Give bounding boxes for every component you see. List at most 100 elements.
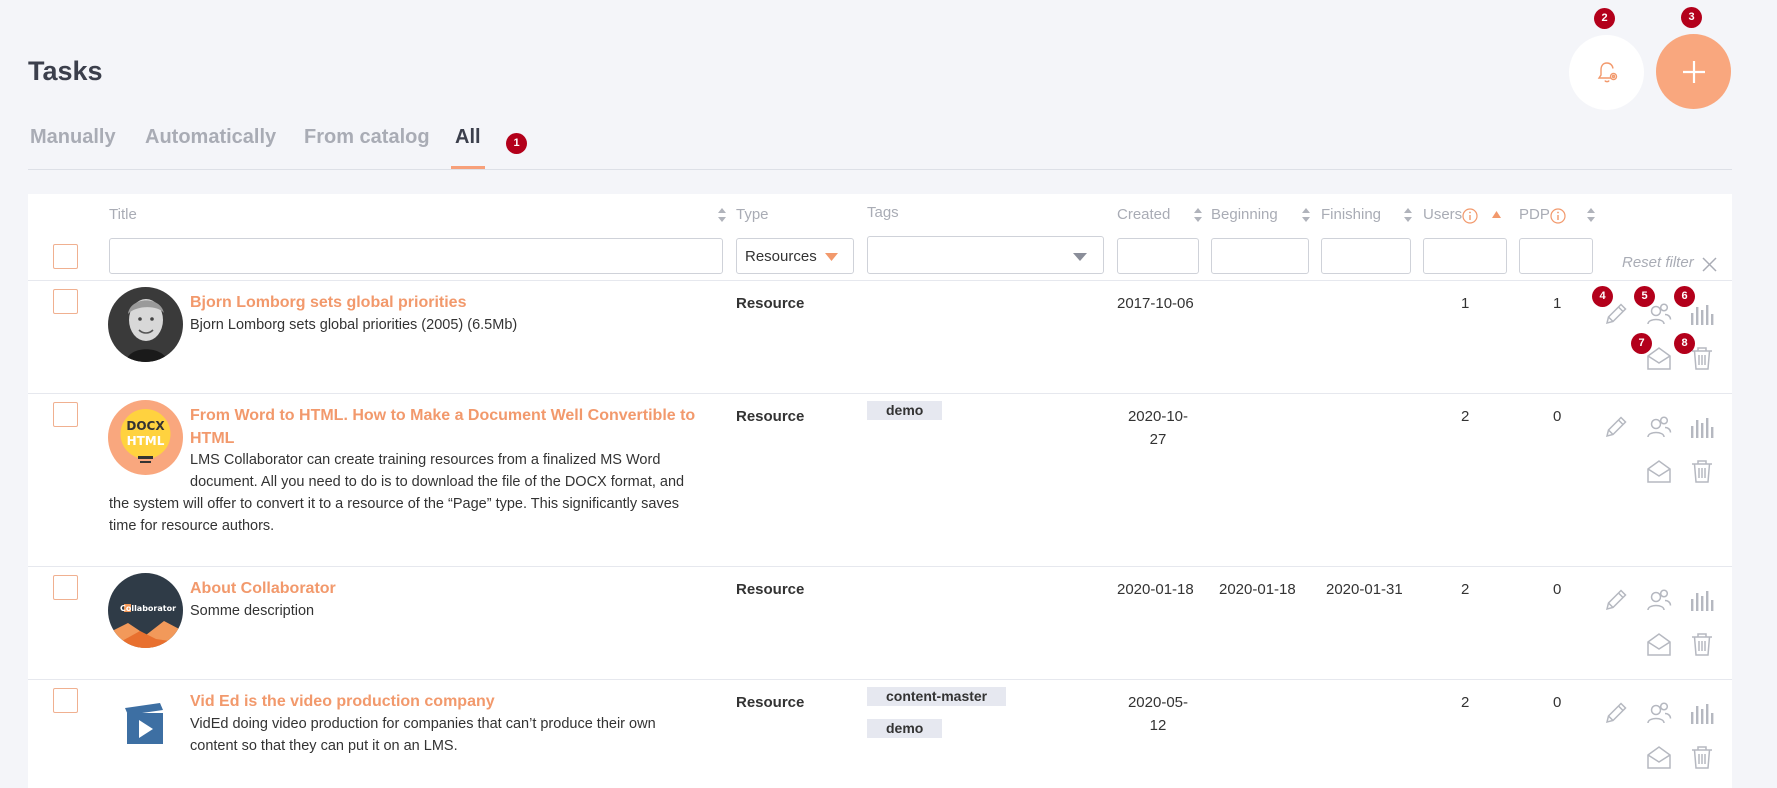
- statistics-button[interactable]: [1688, 300, 1716, 328]
- send-notification-button[interactable]: [1645, 630, 1673, 658]
- resource-description: Bjorn Lomborg sets global priorities (20…: [190, 317, 518, 333]
- resource-title-link[interactable]: Bjorn Lomborg sets global priorities: [190, 291, 466, 314]
- plus-icon: [1682, 60, 1705, 83]
- sort-beginning-icon[interactable]: [1302, 208, 1310, 222]
- type-filter-select[interactable]: Resources: [736, 238, 854, 274]
- assign-users-button[interactable]: [1645, 699, 1673, 727]
- select-all-checkbox[interactable]: [53, 244, 78, 269]
- sort-pdp-icon[interactable]: [1587, 208, 1595, 222]
- statistics-button[interactable]: [1688, 586, 1716, 614]
- finishing-filter-input[interactable]: [1321, 238, 1411, 274]
- sort-title-icon[interactable]: [718, 208, 726, 222]
- column-users-label: Users: [1423, 206, 1463, 223]
- sort-finishing-icon[interactable]: [1404, 208, 1412, 222]
- resource-thumbnail: [108, 287, 183, 362]
- column-title[interactable]: Title: [109, 206, 137, 223]
- sort-created-icon[interactable]: [1194, 208, 1202, 222]
- statistics-button[interactable]: [1688, 699, 1716, 727]
- created-cell: 2017-10-06: [1117, 295, 1194, 312]
- description-line: LMS Collaborator can create training res…: [190, 452, 661, 468]
- column-pdp[interactable]: PDP: [1519, 206, 1550, 223]
- resource-description: Somme description: [190, 603, 315, 619]
- resource-thumbnail: Collaborator: [108, 573, 183, 648]
- delete-button[interactable]: [1688, 743, 1716, 771]
- column-type: Type: [736, 206, 769, 223]
- bar-chart-icon: [1691, 591, 1714, 611]
- pencil-icon: [1605, 416, 1627, 438]
- row-checkbox[interactable]: [53, 575, 78, 600]
- resource-thumbnail: [108, 686, 183, 761]
- marker-6: 6: [1674, 286, 1695, 307]
- statistics-button[interactable]: [1688, 413, 1716, 441]
- type-filter-value: Resources: [745, 247, 817, 265]
- close-icon[interactable]: [1702, 257, 1717, 272]
- table-row: Vid Ed is the video production company V…: [28, 679, 1732, 788]
- type-cell: Resource: [736, 581, 805, 598]
- column-finishing[interactable]: Finishing: [1321, 206, 1381, 223]
- title-filter-input[interactable]: [109, 238, 723, 274]
- resource-title-link[interactable]: Vid Ed is the video production company: [190, 690, 495, 713]
- row-checkbox[interactable]: [53, 289, 78, 314]
- marker-1: 1: [506, 133, 527, 154]
- send-notification-button[interactable]: [1645, 743, 1673, 771]
- description-line: content so that they can put it on an LM…: [190, 738, 458, 754]
- tag-badge[interactable]: content-master: [867, 687, 1007, 706]
- envelope-icon: [1647, 460, 1671, 483]
- users-cell: 1: [1461, 295, 1470, 312]
- type-cell: Resource: [736, 694, 805, 711]
- pdp-filter-input[interactable]: [1519, 238, 1593, 274]
- type-cell: Resource: [736, 408, 805, 425]
- column-users[interactable]: Users: [1423, 206, 1462, 223]
- column-beginning[interactable]: Beginning: [1211, 206, 1278, 223]
- assign-users-button[interactable]: [1645, 413, 1673, 441]
- description-line: document. All you need to do is to downl…: [190, 474, 685, 490]
- pdp-cell: 0: [1553, 694, 1562, 711]
- column-created[interactable]: Created: [1117, 206, 1170, 223]
- column-title-label: Title: [109, 206, 137, 223]
- users-icon: [1647, 702, 1672, 724]
- row-checkbox[interactable]: [53, 688, 78, 713]
- pdp-cell: 0: [1553, 581, 1562, 598]
- delete-button[interactable]: [1688, 630, 1716, 658]
- thumb-docx-text: DOCX: [126, 419, 165, 433]
- pdp-cell: 0: [1553, 408, 1562, 425]
- users-filter-input[interactable]: [1423, 238, 1507, 274]
- users-cell: 2: [1461, 581, 1470, 598]
- marker-4: 4: [1592, 286, 1613, 307]
- tab-from-catalog[interactable]: From catalog: [304, 126, 430, 149]
- reset-filter-button[interactable]: Reset filter: [1622, 254, 1694, 271]
- column-pdp-label: PDP: [1519, 206, 1550, 223]
- assign-users-button[interactable]: [1645, 586, 1673, 614]
- tag-badge[interactable]: demo: [867, 719, 943, 738]
- notification-settings-button[interactable]: [1569, 35, 1644, 110]
- resource-thumbnail: DOCX HTML: [108, 400, 183, 475]
- resource-title-link[interactable]: From Word to HTML. How to Make a Documen…: [190, 404, 695, 450]
- created-cell: 2020-01-18: [1117, 581, 1194, 598]
- row-checkbox[interactable]: [53, 402, 78, 427]
- edit-button[interactable]: [1602, 413, 1630, 441]
- resource-description-cont: document. All you need to do is to downl…: [109, 471, 684, 537]
- sort-users-asc-icon[interactable]: [1492, 211, 1501, 218]
- pdp-info-icon[interactable]: [1550, 208, 1566, 224]
- send-notification-button[interactable]: [1645, 457, 1673, 485]
- created-cell: 2020-05- 12: [1126, 691, 1190, 737]
- resource-title-link[interactable]: About Collaborator: [190, 577, 336, 600]
- chevron-down-icon: [824, 253, 838, 261]
- tab-all[interactable]: All: [451, 126, 485, 169]
- created-filter-input[interactable]: [1117, 238, 1199, 274]
- delete-button[interactable]: [1688, 457, 1716, 485]
- tab-automatically[interactable]: Automatically: [145, 126, 276, 149]
- marker-3: 3: [1681, 7, 1702, 28]
- trash-icon: [1692, 633, 1712, 656]
- users-cell: 2: [1461, 408, 1470, 425]
- edit-button[interactable]: [1602, 699, 1630, 727]
- pdp-cell: 1: [1553, 295, 1562, 312]
- edit-button[interactable]: [1602, 586, 1630, 614]
- users-info-icon[interactable]: [1462, 208, 1478, 224]
- add-task-button[interactable]: [1656, 34, 1731, 109]
- tags-filter-select[interactable]: [867, 236, 1104, 274]
- tag-badge[interactable]: demo: [867, 401, 943, 420]
- beginning-filter-input[interactable]: [1211, 238, 1309, 274]
- envelope-icon: [1647, 633, 1671, 656]
- tab-manually[interactable]: Manually: [30, 126, 116, 149]
